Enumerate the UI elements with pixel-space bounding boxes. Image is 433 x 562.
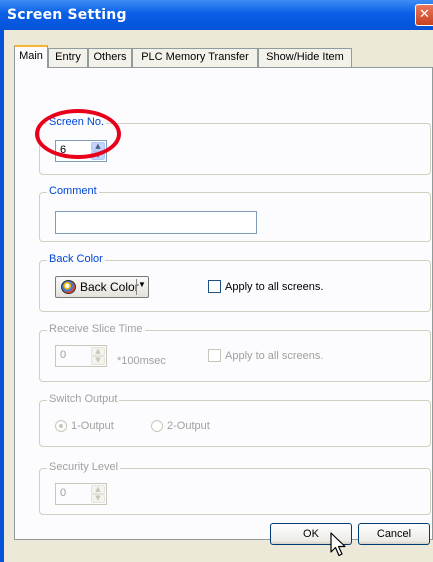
checkbox-icon[interactable] bbox=[208, 280, 221, 293]
radio-selected-icon[interactable] bbox=[55, 420, 67, 432]
security-level-value: 0 bbox=[60, 487, 67, 499]
comment-input[interactable] bbox=[55, 211, 257, 234]
receive-slice-spin-buttons[interactable]: ▲ ▼ bbox=[91, 347, 105, 365]
receive-slice-spinner[interactable]: 0 ▲ ▼ bbox=[55, 345, 107, 367]
back-color-apply-all[interactable]: Apply to all screens. bbox=[208, 280, 323, 293]
dropdown-divider bbox=[136, 279, 137, 295]
radio-1-output[interactable]: 1-Output bbox=[55, 420, 114, 432]
checkbox-icon[interactable] bbox=[208, 349, 221, 362]
dialog-body: Main Entry Others PLC Memory Transfer Sh… bbox=[0, 30, 433, 562]
comment-group: Comment bbox=[39, 185, 431, 242]
tab-show-hide-item[interactable]: Show/Hide Item bbox=[258, 48, 352, 67]
security-level-spinner[interactable]: 0 ▲ ▼ bbox=[55, 483, 107, 505]
spin-up-icon[interactable]: ▲ bbox=[91, 485, 105, 494]
radio-2-output[interactable]: 2-Output bbox=[151, 420, 210, 432]
back-color-label: Back Color bbox=[47, 253, 105, 265]
receive-slice-apply-all-label: Apply to all screens. bbox=[225, 349, 324, 362]
spin-down-icon[interactable]: ▼ bbox=[91, 494, 105, 503]
back-color-button-label: Back Color bbox=[80, 280, 139, 294]
tab-entry[interactable]: Entry bbox=[48, 48, 88, 67]
back-color-apply-all-label: Apply to all screens. bbox=[225, 280, 324, 293]
close-button[interactable]: ✕ bbox=[415, 4, 433, 26]
receive-slice-apply-all[interactable]: Apply to all screens. bbox=[208, 349, 323, 362]
receive-slice-value: 0 bbox=[60, 349, 67, 361]
tab-main[interactable]: Main bbox=[14, 45, 48, 68]
switch-output-label: Switch Output bbox=[47, 393, 120, 405]
security-level-label: Security Level bbox=[47, 461, 121, 473]
comment-label: Comment bbox=[47, 185, 99, 197]
chevron-down-icon[interactable]: ▼ bbox=[138, 280, 146, 289]
spin-down-icon[interactable]: ▼ bbox=[91, 356, 105, 365]
receive-slice-label: Receive Slice Time bbox=[47, 323, 145, 335]
security-level-group: Security Level 0 ▲ ▼ bbox=[39, 461, 431, 515]
window-title: Screen Setting bbox=[7, 7, 127, 23]
radio-1-output-label: 1-Output bbox=[71, 420, 114, 432]
back-color-group: Back Color Back Color ▼ Apply to all scr… bbox=[39, 253, 431, 312]
receive-slice-group: Receive Slice Time 0 ▲ ▼ *100msec Apply … bbox=[39, 323, 431, 382]
tab-others[interactable]: Others bbox=[88, 48, 132, 67]
mouse-cursor-icon bbox=[330, 532, 346, 557]
back-color-button[interactable]: Back Color ▼ bbox=[55, 276, 149, 298]
radio-unselected-icon[interactable] bbox=[151, 420, 163, 432]
title-bar[interactable]: Screen Setting ✕ bbox=[0, 0, 433, 30]
cancel-button[interactable]: Cancel bbox=[358, 523, 430, 545]
tab-plc-memory-transfer[interactable]: PLC Memory Transfer bbox=[132, 48, 258, 67]
close-icon: ✕ bbox=[419, 7, 430, 22]
highlight-circle-annotation bbox=[35, 109, 121, 159]
screen-setting-dialog: Screen Setting ✕ Main Entry Others PLC M… bbox=[0, 0, 433, 562]
security-level-spin-buttons[interactable]: ▲ ▼ bbox=[91, 485, 105, 503]
radio-2-output-label: 2-Output bbox=[167, 420, 210, 432]
receive-slice-unit: *100msec bbox=[117, 355, 166, 367]
palette-icon bbox=[61, 280, 76, 294]
switch-output-group: Switch Output 1-Output 2-Output bbox=[39, 393, 431, 447]
spin-up-icon[interactable]: ▲ bbox=[91, 347, 105, 356]
